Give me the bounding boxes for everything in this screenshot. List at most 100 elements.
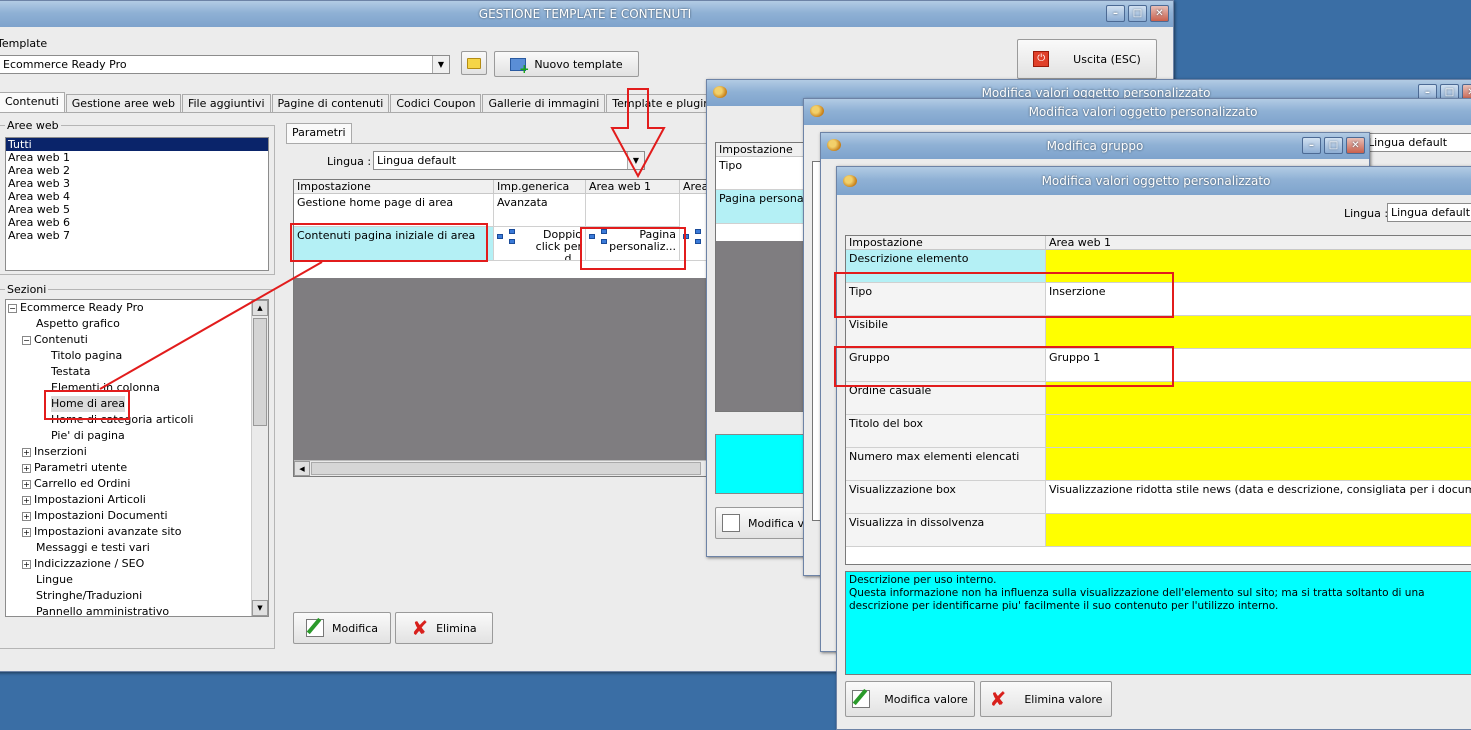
expand-icon[interactable]: +: [22, 527, 31, 537]
tab-contenuti[interactable]: Contenuti: [0, 92, 65, 112]
lingua-select[interactable]: Lingua default ▼: [373, 151, 645, 170]
lingua-select[interactable]: Lingua default: [1364, 133, 1471, 152]
grid-cell-value[interactable]: [1046, 448, 1471, 481]
grid-cell[interactable]: Tipo: [716, 157, 816, 190]
grid-cell[interactable]: [586, 194, 680, 227]
tree-node[interactable]: Titolo pagina: [51, 348, 122, 364]
tab-gestione-aree-web[interactable]: Gestione aree web: [65, 94, 181, 112]
grid-cell-label[interactable]: Numero max elementi elencati: [846, 448, 1046, 481]
grid-cell-value[interactable]: [1046, 316, 1471, 349]
grid-cell-value[interactable]: [1046, 415, 1471, 448]
tab-parametri[interactable]: Parametri: [286, 123, 352, 143]
tree-node[interactable]: + Parametri utente: [22, 460, 127, 476]
grid-cell-label[interactable]: Titolo del box: [846, 415, 1046, 448]
elimina-valore-button[interactable]: ✘ Elimina valore: [980, 681, 1112, 717]
tree-node[interactable]: + Carrello ed Ordini: [22, 476, 130, 492]
lingua-select-value: Lingua default: [1368, 136, 1448, 149]
chevron-down-icon[interactable]: ▼: [432, 56, 449, 73]
tab-codici-coupon[interactable]: Codici Coupon: [390, 94, 482, 112]
grid-cell[interactable]: Avanzata: [494, 194, 586, 227]
list-item[interactable]: Area web 6: [6, 216, 268, 229]
scroll-down-icon[interactable]: ▼: [252, 600, 268, 616]
tab-gallerie-di-immagini[interactable]: Gallerie di immagini: [482, 94, 606, 112]
tree-node[interactable]: Pie' di pagina: [51, 428, 125, 444]
grid-header: Impostazione: [716, 143, 816, 157]
scroll-up-icon[interactable]: ▲: [252, 300, 268, 316]
list-item[interactable]: Area web 5: [6, 203, 268, 216]
tree-node-label: Contenuti: [34, 333, 88, 346]
grid-cell-label[interactable]: Visualizzazione box: [846, 481, 1046, 514]
list-item[interactable]: Area web 1: [6, 151, 268, 164]
elimina-button[interactable]: ✘ Elimina: [395, 612, 493, 644]
list-item[interactable]: Area web 7: [6, 229, 268, 242]
tree-node[interactable]: + Impostazioni Documenti: [22, 508, 168, 524]
maximize-button[interactable]: □: [1324, 137, 1343, 154]
tab-template-e-plugins[interactable]: Template e plugins: [606, 94, 723, 112]
window-title-bar[interactable]: Modifica valori oggetto personalizzato: [804, 99, 1471, 125]
expand-icon[interactable]: +: [22, 463, 31, 473]
expand-icon[interactable]: +: [22, 559, 31, 569]
expand-icon[interactable]: +: [22, 479, 31, 489]
list-item[interactable]: Area web 3: [6, 177, 268, 190]
tree-node[interactable]: + Indicizzazione / SEO: [22, 556, 144, 572]
tree-node[interactable]: Stringhe/Traduzioni: [36, 588, 142, 604]
lingua-select[interactable]: Lingua default: [1387, 203, 1471, 222]
collapse-icon[interactable]: −: [8, 303, 17, 313]
description-title: Descrizione per uso interno.: [849, 574, 997, 586]
parametri-tabs: Parametri: [286, 123, 353, 143]
modifica-valore-button[interactable]: Modifica valore: [845, 681, 975, 717]
grid-cell[interactable]: Doppio click per d...: [494, 227, 586, 261]
nuovo-template-button[interactable]: + Nuovo template: [494, 51, 639, 77]
scroll-thumb[interactable]: [253, 318, 267, 426]
scroll-thumb[interactable]: [311, 462, 701, 475]
minimize-button[interactable]: –: [1302, 137, 1321, 154]
grid-cell-value[interactable]: [1046, 514, 1471, 547]
window-title-bar[interactable]: Modifica gruppo – □ ✕: [821, 133, 1369, 159]
tab-label: Gestione aree web: [71, 97, 175, 110]
expand-icon[interactable]: +: [22, 495, 31, 505]
tree-scrollbar[interactable]: ▲ ▼: [251, 300, 268, 616]
list-item[interactable]: Area web 2: [6, 164, 268, 177]
maximize-button[interactable]: □: [1128, 5, 1147, 22]
annotation-box: [834, 272, 1174, 318]
expand-icon[interactable]: +: [22, 447, 31, 457]
grid-cell-label[interactable]: Visibile: [846, 316, 1046, 349]
list-item[interactable]: Area web 4: [6, 190, 268, 203]
folder-button[interactable]: [461, 51, 487, 75]
tree-node[interactable]: Testata: [51, 364, 90, 380]
tree-node[interactable]: Aspetto grafico: [36, 316, 120, 332]
tree-node[interactable]: + Impostazioni avanzate sito: [22, 524, 181, 540]
tree-node[interactable]: Pannello amministrativo: [36, 604, 169, 616]
new-template-icon: +: [510, 57, 529, 75]
grid-cell-value[interactable]: Visualizzazione ridotta stile news (data…: [1046, 481, 1471, 514]
close-button[interactable]: ✕: [1346, 137, 1365, 154]
modifica-button[interactable]: Modifica: [293, 612, 391, 644]
elimina-label: Elimina: [436, 621, 477, 635]
tab-file-aggiuntivi[interactable]: File aggiuntivi: [181, 94, 271, 112]
tree-node[interactable]: Lingue: [36, 572, 73, 588]
grid-hscrollbar[interactable]: ◀: [294, 460, 712, 476]
main-title-bar[interactable]: GESTIONE TEMPLATE E CONTENUTI – □ ✕: [0, 1, 1173, 27]
minimize-button[interactable]: –: [1106, 5, 1125, 22]
close-button[interactable]: ✕: [1150, 5, 1169, 22]
expand-icon[interactable]: +: [22, 511, 31, 521]
description-body: Questa informazione non ha influenza sul…: [849, 587, 1425, 612]
chevron-down-icon[interactable]: ▼: [627, 152, 644, 169]
template-select[interactable]: Ecommerce Ready Pro ▼: [0, 55, 450, 74]
tree-node[interactable]: − Ecommerce Ready Pro: [8, 300, 144, 316]
lingua-label: Lingua :: [1344, 207, 1389, 220]
tree-node[interactable]: Messaggi e testi vari: [36, 540, 150, 556]
tab-pagine-di-contenuti[interactable]: Pagine di contenuti: [271, 94, 390, 112]
tree-node[interactable]: + Inserzioni: [22, 444, 87, 460]
tree-node[interactable]: − Contenuti: [22, 332, 88, 348]
aree-web-list[interactable]: Tutti Area web 1 Area web 2 Area web 3 A…: [5, 137, 269, 271]
grid-cell-label[interactable]: Visualizza in dissolvenza: [846, 514, 1046, 547]
tree-node[interactable]: + Impostazioni Articoli: [22, 492, 146, 508]
uscita-button[interactable]: ⏻ Uscita (ESC): [1017, 39, 1157, 79]
grid-cell[interactable]: Pagina personalizzata: [716, 190, 816, 224]
sezioni-tree[interactable]: − Ecommerce Ready Pro Aspetto grafico − Co…: [5, 299, 269, 617]
list-item[interactable]: Tutti: [6, 138, 268, 151]
window-title-bar[interactable]: Modifica valori oggetto personalizzato: [837, 167, 1471, 195]
collapse-icon[interactable]: −: [22, 335, 31, 345]
scroll-left-icon[interactable]: ◀: [294, 461, 310, 476]
